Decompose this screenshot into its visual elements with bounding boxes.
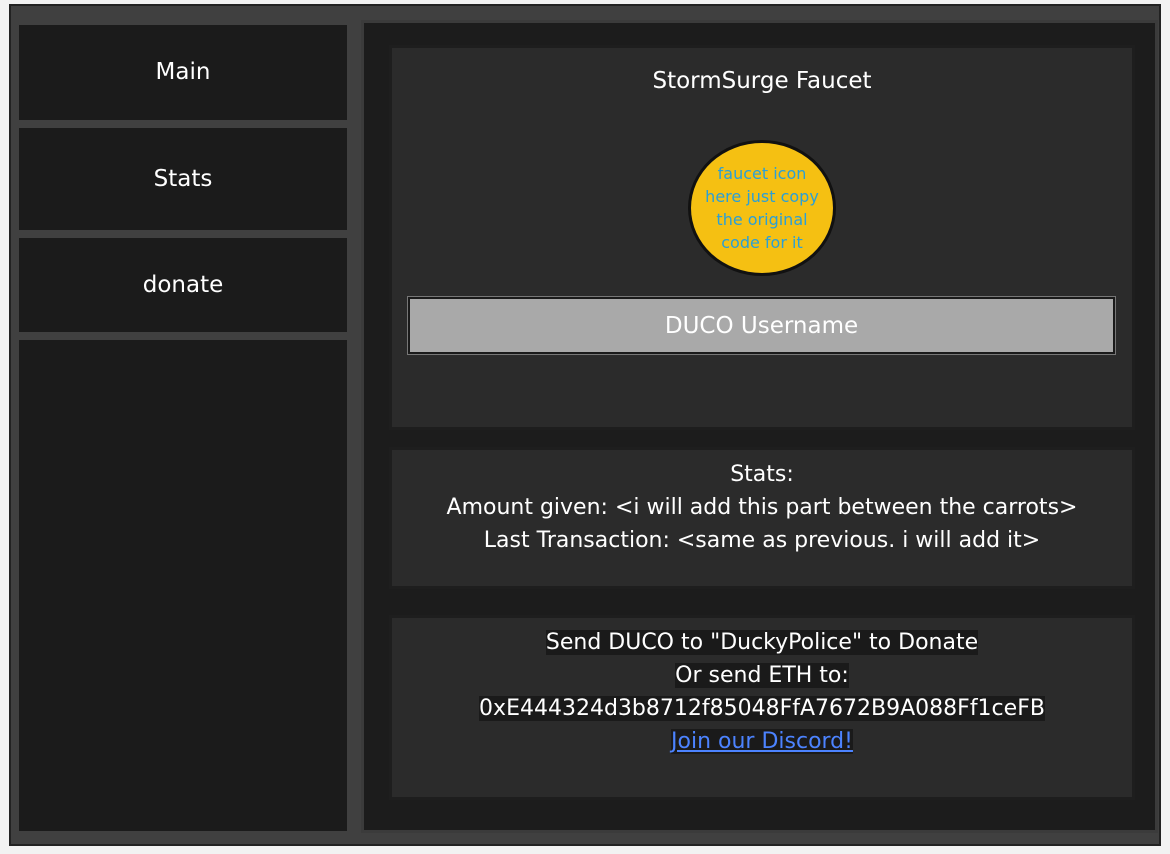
sidebar-item-stats[interactable]: Stats [19, 128, 347, 230]
stats-heading: Stats: [730, 462, 794, 487]
donate-eth-label: Or send ETH to: [675, 663, 849, 688]
faucet-icon-placeholder-text: faucet icon here just copy the original … [705, 164, 819, 252]
main-panel: StormSurge Faucet faucet icon here just … [361, 20, 1158, 833]
sidebar-item-label: Stats [153, 166, 213, 192]
sidebar-empty-area [19, 340, 347, 831]
sidebar-item-label: donate [142, 272, 224, 298]
sidebar-item-label: Main [155, 59, 211, 85]
donate-duco-text: Send DUCO to "DuckyPolice" to Donate [545, 630, 979, 655]
duco-username-input[interactable] [407, 296, 1116, 355]
discord-link[interactable]: Join our Discord! [671, 729, 853, 754]
faucet-card: StormSurge Faucet faucet icon here just … [389, 45, 1135, 430]
app-frame: Main Stats donate StormSurge Faucet fauc… [9, 4, 1161, 846]
stats-last-transaction: Last Transaction: <same as previous. i w… [483, 528, 1041, 553]
stats-card: Stats: Amount given: <i will add this pa… [389, 447, 1135, 589]
donate-card: Send DUCO to "DuckyPolice" to Donate Or … [389, 615, 1135, 800]
sidebar-item-donate[interactable]: donate [19, 238, 347, 332]
sidebar-item-main[interactable]: Main [19, 25, 347, 120]
stats-amount-given: Amount given: <i will add this part betw… [446, 495, 1078, 520]
eth-address: 0xE444324d3b8712f85048FfA7672B9A088Ff1ce… [479, 696, 1045, 721]
page-title: StormSurge Faucet [652, 68, 872, 94]
faucet-icon: faucet icon here just copy the original … [688, 140, 836, 276]
